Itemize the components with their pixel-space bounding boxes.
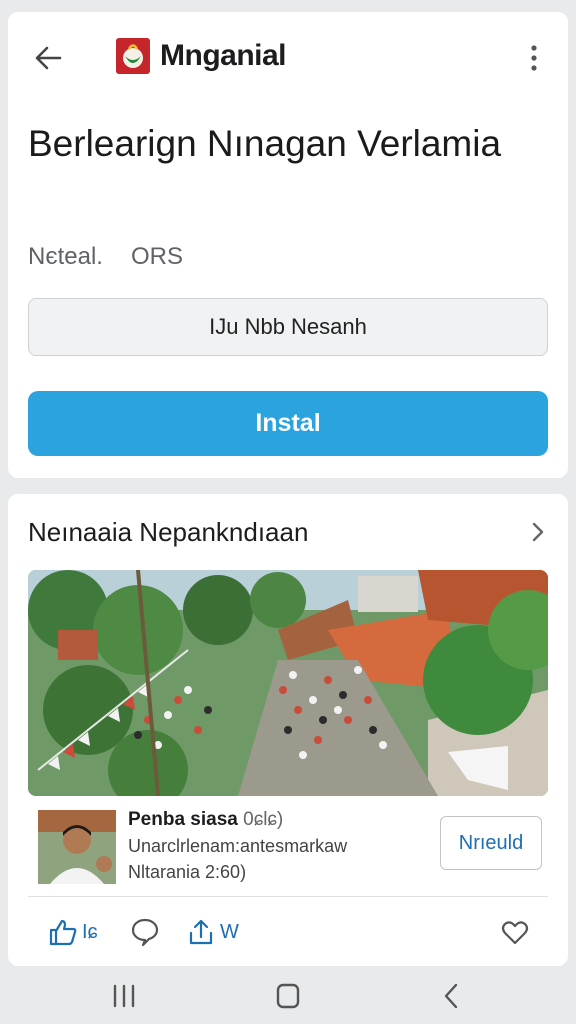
back-arrow-icon[interactable] (30, 40, 66, 76)
heart-icon (501, 921, 529, 945)
section-title: Neınaaia Nepankndıaan (28, 517, 309, 547)
app-meta-right: ORS (130, 243, 183, 270)
more-vertical-icon[interactable] (522, 40, 546, 76)
feature-image[interactable] (28, 570, 548, 796)
app-title: Mnganial (160, 39, 287, 72)
post-time: Nltarania 2:60) (128, 862, 247, 882)
app-bar: Mnganial (8, 12, 568, 102)
like-button[interactable]: Iɕ (48, 912, 98, 952)
feed-card: Neınaaia Nepankndıaan Penba siasa 0ɕlɕ) … (8, 494, 568, 966)
like-count: Iɕ (82, 920, 98, 943)
share-button[interactable]: W (186, 912, 239, 952)
post-author-name: Penba siasa (128, 809, 238, 830)
secondary-button[interactable]: IJu Nbb Nesanh (28, 298, 548, 356)
recents-icon[interactable] (106, 980, 142, 1012)
post-author: Penba siasa 0ɕlɕ) (128, 808, 283, 832)
share-label: W (220, 920, 239, 943)
share-icon (189, 919, 213, 945)
install-button[interactable]: Instal (28, 391, 548, 456)
comment-icon (131, 918, 159, 947)
chevron-right-icon[interactable] (528, 518, 548, 546)
divider (28, 896, 548, 897)
follow-button[interactable]: Nrıeuld (440, 816, 542, 870)
app-meta-left: Nєteal. (28, 243, 103, 270)
post-row[interactable]: Penba siasa 0ɕlɕ) Unarclrlenam:antesmark… (28, 808, 548, 886)
app-logo-icon (116, 38, 150, 74)
action-bar: Iɕ W (28, 912, 548, 952)
system-nav-bar (0, 968, 576, 1024)
section-header[interactable]: Neınaaia Nepankndıaan (28, 512, 548, 552)
person-avatar-icon (38, 810, 116, 884)
app-meta-row: Nєteal. ORS (28, 242, 183, 272)
app-header-card: Mnganial Berlearign Nınagan Verlamia Nєt… (8, 12, 568, 478)
post-author-meta: 0ɕlɕ) (243, 809, 284, 830)
village-crowd-photo (28, 570, 548, 796)
avatar[interactable] (38, 810, 116, 884)
post-description: Unarclrlenam:antesmarkaw (128, 836, 348, 856)
nav-back-icon[interactable] (434, 980, 470, 1012)
home-icon[interactable] (270, 980, 306, 1012)
app-name: Berlearign Nınagan Verlamia (28, 123, 502, 164)
thumbs-up-icon (49, 919, 77, 946)
comment-button[interactable] (130, 912, 160, 952)
favorite-button[interactable] (500, 912, 530, 952)
